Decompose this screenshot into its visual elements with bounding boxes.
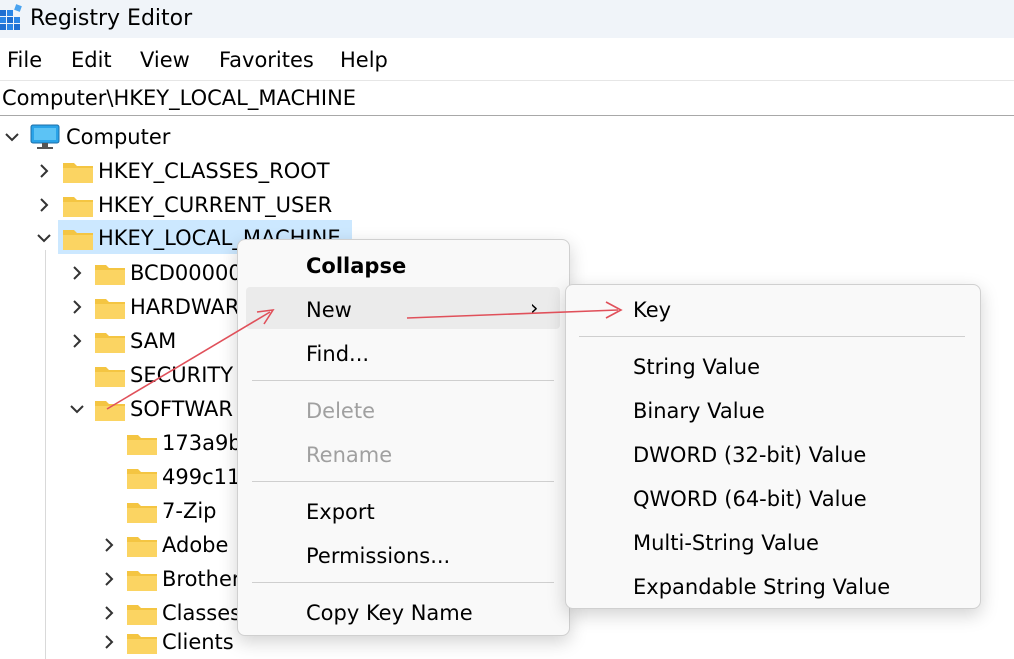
submenu-item-string-value[interactable]: String Value xyxy=(633,353,760,381)
menu-separator xyxy=(252,481,554,482)
tree-label: SECURITY xyxy=(130,363,234,387)
menu-item-rename[interactable]: Rename xyxy=(306,441,392,469)
submenu-item-multi-string-value[interactable]: Multi-String Value xyxy=(633,529,819,557)
folder-icon xyxy=(127,605,157,625)
tree-label: HKEY_CLASSES_ROOT xyxy=(98,159,330,183)
tree-node-software[interactable]: SOFTWAR xyxy=(0,392,240,426)
tree-node-7zip[interactable]: 7-Zip xyxy=(0,494,240,528)
tree-node-bcd[interactable]: BCD00000 xyxy=(0,256,242,290)
tree-node-adobe[interactable]: Adobe xyxy=(0,528,240,562)
tree-label: SOFTWAR xyxy=(130,397,233,421)
tree-label: SAM xyxy=(130,329,177,353)
folder-icon xyxy=(127,469,157,489)
submenu-item-dword-value[interactable]: DWORD (32-bit) Value xyxy=(633,441,866,469)
tree-label: BCD00000 xyxy=(130,261,242,285)
chevron-down-icon[interactable] xyxy=(4,129,20,145)
menu-help[interactable]: Help xyxy=(340,46,388,74)
folder-icon xyxy=(127,571,157,591)
folder-icon xyxy=(95,333,125,353)
folder-icon xyxy=(63,197,93,217)
tree-label: Classes xyxy=(162,601,242,625)
window-title: Registry Editor xyxy=(30,6,193,31)
tree-node-clients[interactable]: Clients xyxy=(0,625,240,659)
tree-node-hardware[interactable]: HARDWAR xyxy=(0,290,240,324)
submenu-item-binary-value[interactable]: Binary Value xyxy=(633,397,765,425)
tree-label: Brother xyxy=(162,567,241,591)
submenu-item-expandable-string-value[interactable]: Expandable String Value xyxy=(633,573,890,601)
chevron-right-icon[interactable] xyxy=(36,163,52,179)
tree-node-173a9b[interactable]: 173a9b xyxy=(0,426,242,460)
folder-icon xyxy=(127,537,157,557)
menu-item-find[interactable]: Find... xyxy=(306,340,369,368)
address-path[interactable]: Computer\HKEY_LOCAL_MACHINE xyxy=(2,84,356,112)
chevron-down-icon[interactable] xyxy=(69,401,85,417)
tree-node-security[interactable]: SECURITY xyxy=(0,358,240,392)
tree-node-hkey-current-user[interactable]: HKEY_CURRENT_USER xyxy=(0,188,340,222)
folder-icon xyxy=(95,299,125,319)
tree-label: Computer xyxy=(66,125,171,149)
folder-icon xyxy=(95,265,125,285)
chevron-right-icon[interactable] xyxy=(101,634,117,650)
menu-item-export[interactable]: Export xyxy=(306,498,375,526)
submenu-item-qword-value[interactable]: QWORD (64-bit) Value xyxy=(633,485,867,513)
folder-icon xyxy=(127,503,157,523)
menu-favorites[interactable]: Favorites xyxy=(219,46,314,74)
menu-separator xyxy=(579,336,965,337)
folder-icon xyxy=(63,230,93,250)
chevron-right-icon[interactable] xyxy=(36,197,52,213)
context-menu-hover-highlight xyxy=(246,287,560,329)
tree-node-brother[interactable]: Brother xyxy=(0,562,241,596)
menu-view[interactable]: View xyxy=(140,46,190,74)
menu-item-permissions[interactable]: Permissions... xyxy=(306,542,450,570)
folder-icon xyxy=(95,401,125,421)
chevron-right-icon[interactable] xyxy=(101,571,117,587)
chevron-right-icon[interactable] xyxy=(101,605,117,621)
tree-label: HKEY_CURRENT_USER xyxy=(98,193,333,217)
folder-icon xyxy=(127,634,157,654)
tree-label: 7-Zip xyxy=(162,499,217,523)
menu-item-delete[interactable]: Delete xyxy=(306,397,375,425)
tree-node-499c11[interactable]: 499c11 xyxy=(0,460,240,494)
tree-label: HARDWAR xyxy=(130,295,240,319)
chevron-down-icon[interactable] xyxy=(36,230,52,246)
menu-item-copy-key-name[interactable]: Copy Key Name xyxy=(306,599,473,627)
tree-label: 499c11 xyxy=(162,465,241,489)
folder-icon xyxy=(63,163,93,183)
chevron-right-icon[interactable] xyxy=(101,537,117,553)
menu-edit[interactable]: Edit xyxy=(71,46,112,74)
menu-item-collapse[interactable]: Collapse xyxy=(306,252,406,280)
tree-node-hkey-classes-root[interactable]: HKEY_CLASSES_ROOT xyxy=(0,154,340,188)
submenu-arrow-icon: › xyxy=(530,296,539,320)
tree-label: Adobe xyxy=(162,533,229,557)
menu-file[interactable]: File xyxy=(7,46,42,74)
folder-icon xyxy=(95,367,125,387)
computer-icon xyxy=(30,124,60,149)
folder-icon xyxy=(127,435,157,455)
chevron-right-icon[interactable] xyxy=(69,265,85,281)
submenu-item-key[interactable]: Key xyxy=(633,296,671,324)
registry-editor-icon xyxy=(0,4,22,30)
chevron-right-icon[interactable] xyxy=(69,299,85,315)
tree-node-computer[interactable]: Computer xyxy=(0,120,300,154)
chevron-right-icon[interactable] xyxy=(69,333,85,349)
tree-label: 173a9b xyxy=(162,431,242,455)
tree-node-sam[interactable]: SAM xyxy=(0,324,240,358)
menu-item-new[interactable]: New xyxy=(306,296,352,324)
menu-separator xyxy=(252,380,554,381)
tree-label: Clients xyxy=(162,630,234,654)
menu-separator xyxy=(252,582,554,583)
